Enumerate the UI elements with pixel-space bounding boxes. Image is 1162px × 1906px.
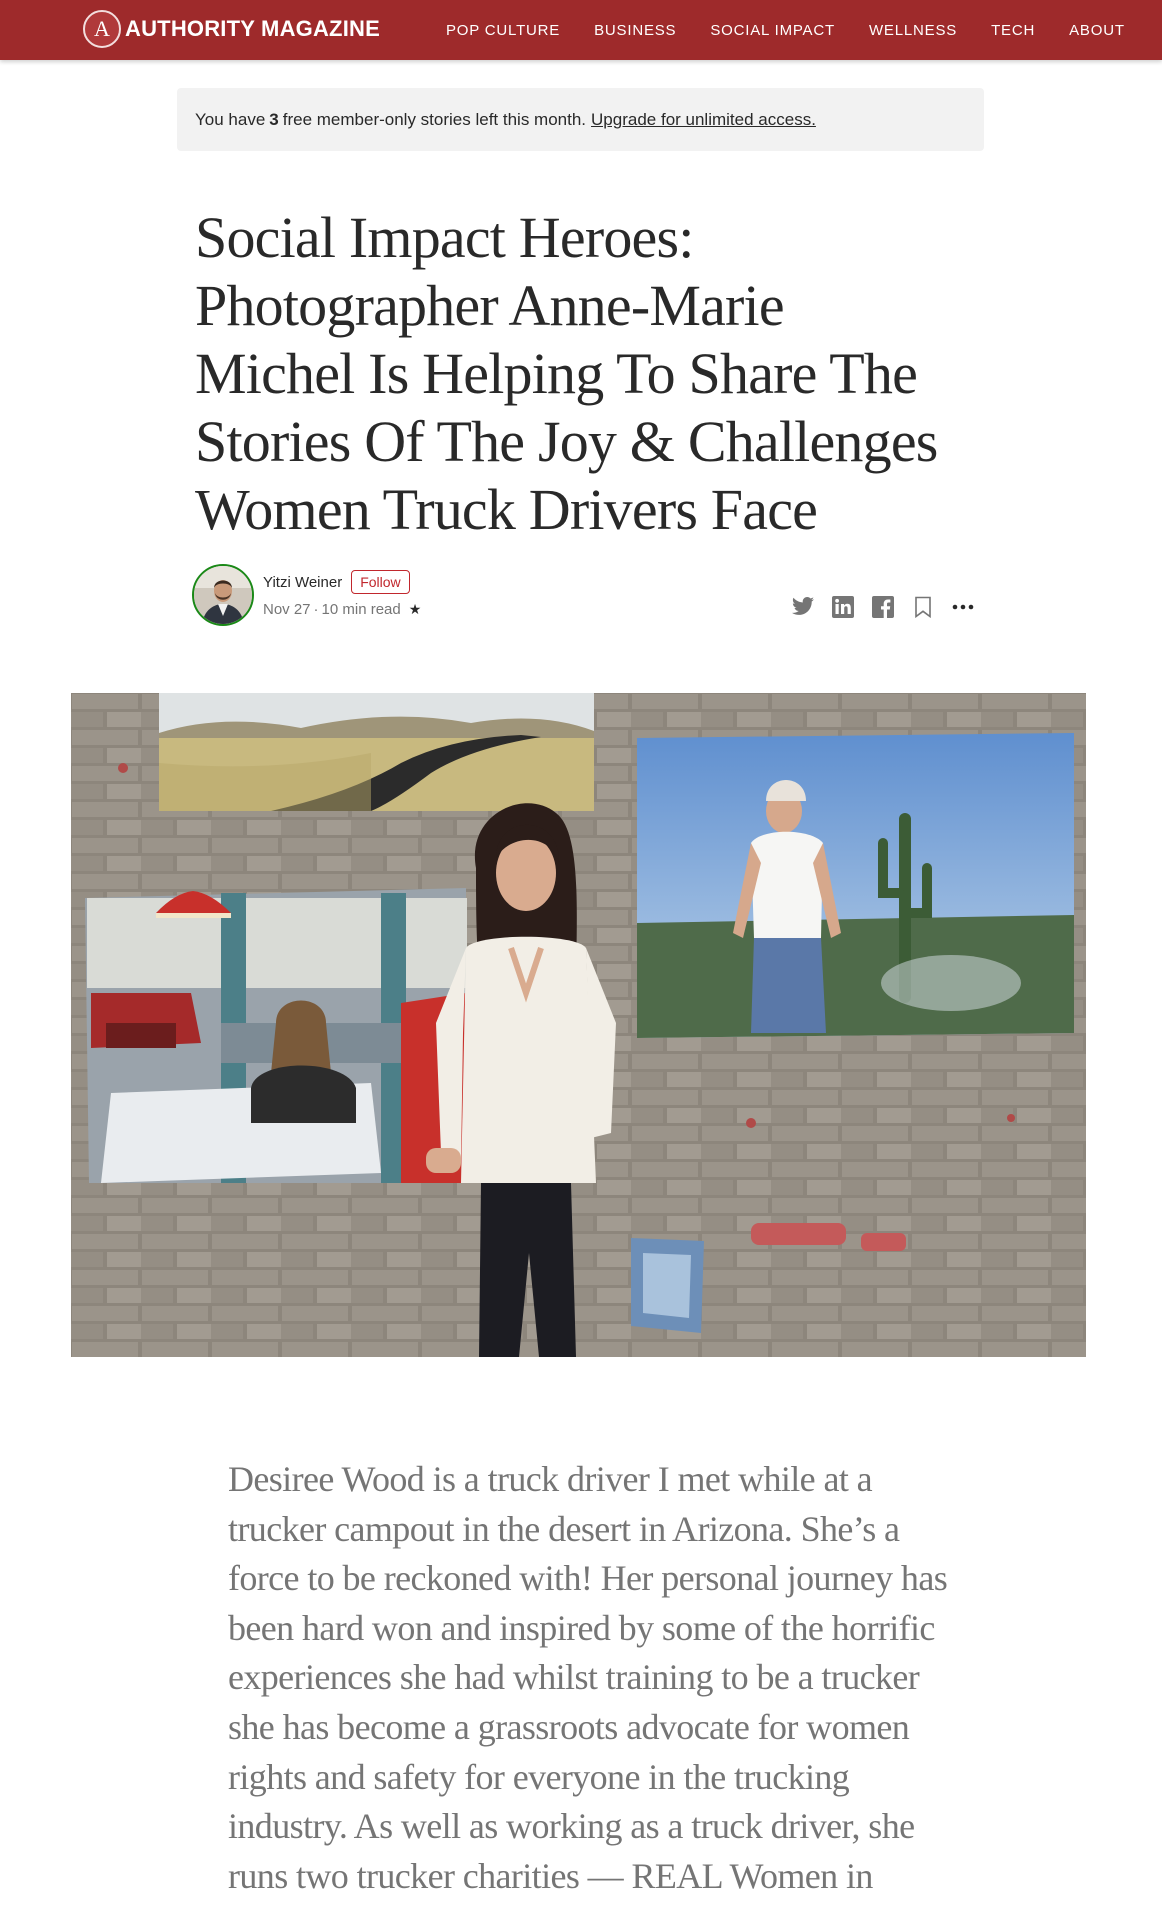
follow-button[interactable]: Follow	[351, 570, 410, 594]
article-title: Social Impact Heroes: Photographer Anne-…	[195, 205, 938, 542]
author-avatar-image	[194, 566, 252, 624]
twitter-icon[interactable]	[790, 594, 816, 620]
top-navigation-bar: A AUTHORITY MAGAZINE POP CULTURE BUSINES…	[0, 0, 1162, 60]
nav-item-wellness[interactable]: WELLNESS	[869, 22, 957, 39]
author-avatar[interactable]	[192, 564, 254, 626]
author-name[interactable]: Yitzi Weiner	[263, 574, 342, 591]
site-name: AUTHORITY MAGAZINE	[125, 16, 380, 41]
linkedin-icon[interactable]	[830, 594, 856, 620]
main-nav: POP CULTURE BUSINESS SOCIAL IMPACT WELLN…	[446, 0, 1159, 60]
author-row: Yitzi Weiner Follow	[263, 570, 410, 594]
logo-mark-icon: A	[83, 10, 121, 48]
nav-item-tech[interactable]: TECH	[991, 22, 1035, 39]
nav-item-about[interactable]: ABOUT	[1069, 22, 1125, 39]
banner-count: 3	[269, 109, 279, 129]
nav-item-pop-culture[interactable]: POP CULTURE	[446, 22, 560, 39]
bookmark-icon[interactable]	[910, 594, 936, 620]
more-icon[interactable]	[950, 594, 976, 620]
nav-item-business[interactable]: BUSINESS	[594, 22, 676, 39]
meta-separator: ·	[313, 601, 319, 618]
book-on-floor	[631, 1238, 704, 1333]
upgrade-link[interactable]: Upgrade for unlimited access.	[591, 110, 816, 130]
photo-desert-road	[159, 693, 594, 811]
site-logo[interactable]: A AUTHORITY MAGAZINE	[83, 10, 380, 48]
hero-image	[71, 693, 1086, 1357]
banner-suffix: free member-only stories left this month…	[282, 109, 587, 129]
photo-diner-trucker	[85, 888, 467, 1183]
article-body-paragraph: Desiree Wood is a truck driver I met whi…	[228, 1459, 948, 1896]
facebook-icon[interactable]	[870, 594, 896, 620]
photo-woman-cactus	[637, 733, 1074, 1038]
banner-prefix: You have	[195, 109, 266, 129]
article-meta: Nov 27 · 10 min read ★	[263, 601, 421, 618]
read-time: 10 min read	[321, 601, 401, 618]
member-stories-banner: You have 3 free member-only stories left…	[177, 88, 984, 151]
member-star-icon: ★	[408, 601, 422, 617]
share-toolbar	[790, 594, 990, 620]
nav-item-social-impact[interactable]: SOCIAL IMPACT	[710, 22, 835, 39]
publish-date: Nov 27	[263, 601, 311, 618]
hero-photo-gallery-wall	[71, 693, 1086, 1357]
